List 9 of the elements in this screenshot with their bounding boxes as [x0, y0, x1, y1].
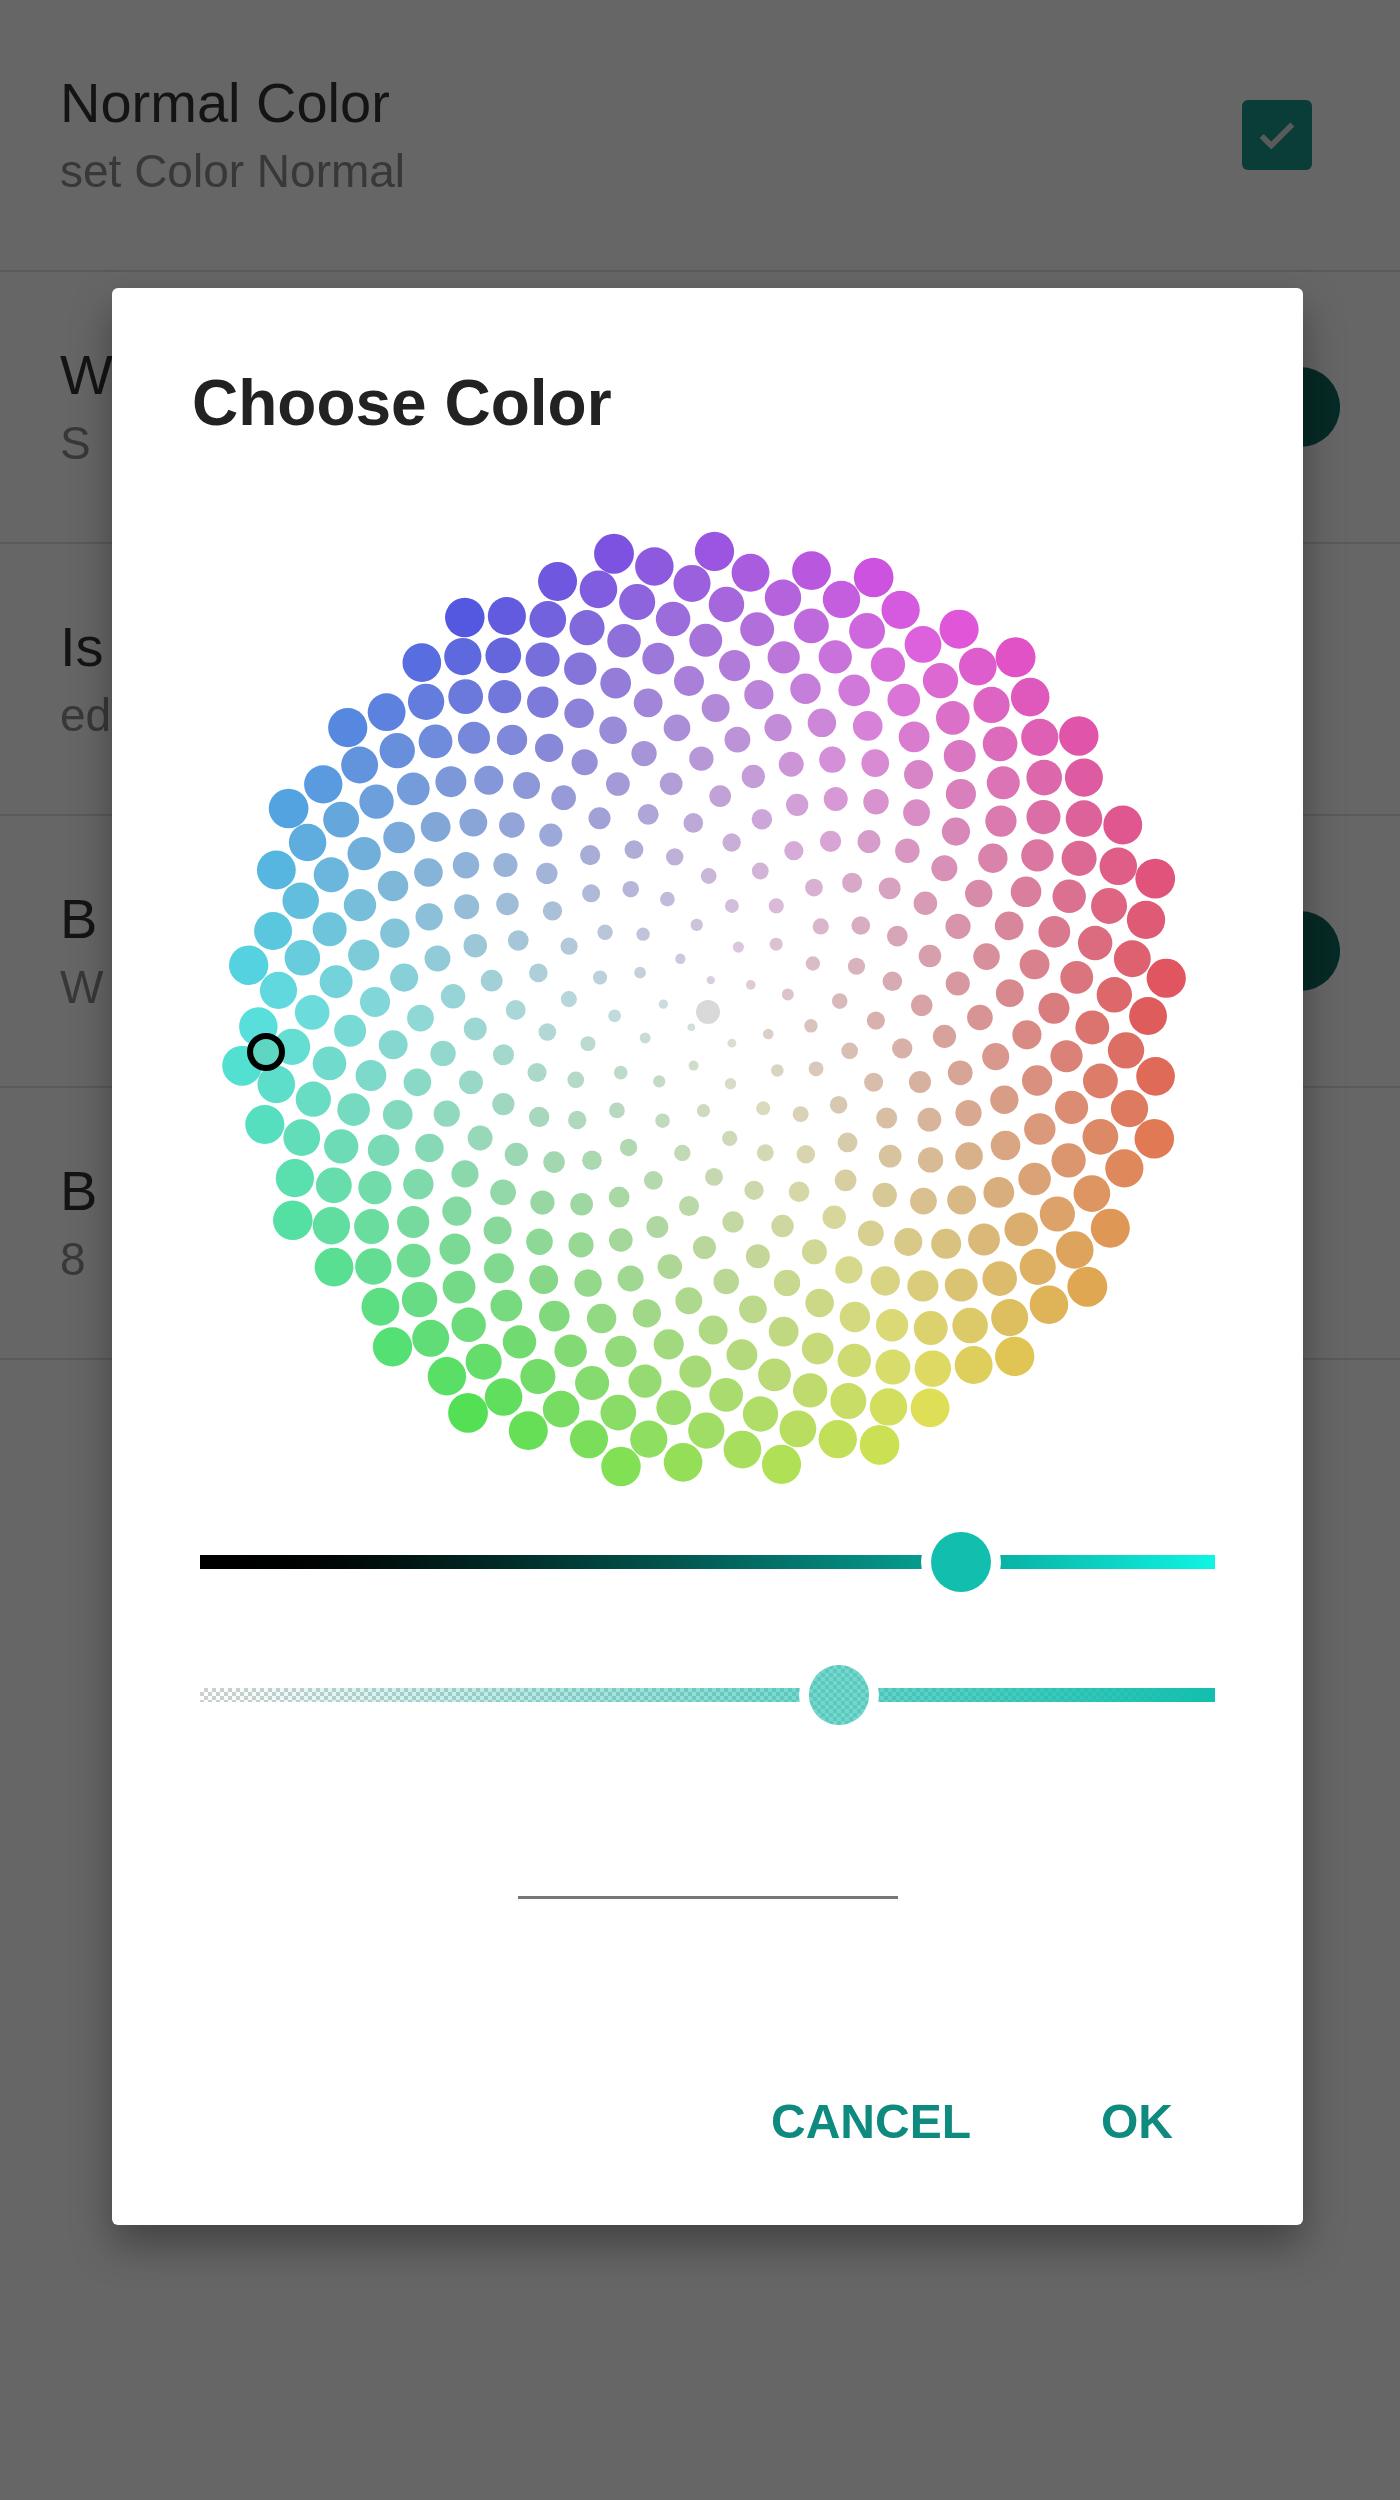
setting-title: B: [60, 1158, 98, 1224]
setting-title: B: [60, 886, 98, 952]
setting-title: Is: [60, 614, 104, 680]
dialog-button[interactable]: CANCEL: [771, 2082, 971, 2162]
dialog-button[interactable]: OK: [1101, 2082, 1173, 2162]
checkbox[interactable]: [1242, 100, 1312, 170]
setting-title: Normal Color: [60, 70, 390, 136]
setting-title: W: [60, 342, 113, 408]
dialog-title: Choose Color: [192, 366, 612, 441]
